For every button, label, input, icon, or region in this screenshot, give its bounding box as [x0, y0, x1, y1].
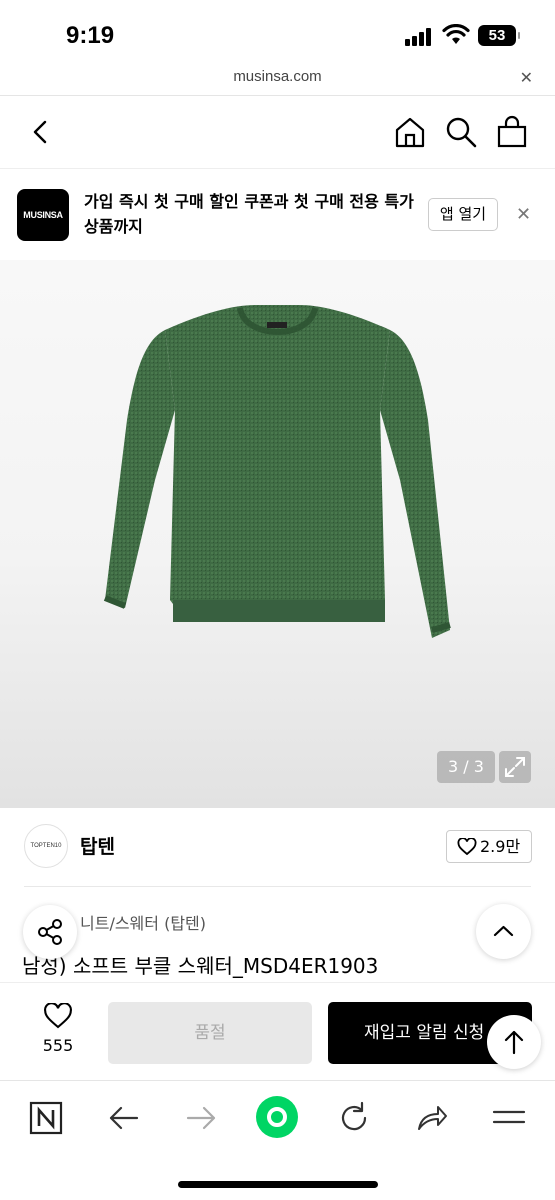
scroll-top-button[interactable] [487, 1015, 541, 1069]
like-count: 2.9만 [480, 837, 521, 856]
chevron-up-icon [493, 925, 514, 937]
heart-icon [44, 1002, 72, 1029]
home-icon[interactable] [393, 115, 427, 149]
wish-count: 555 [42, 1036, 74, 1055]
url-domain[interactable]: musinsa.com [0, 68, 555, 85]
brand-name[interactable]: 탑텐 [80, 832, 115, 859]
status-time: 9:19 [66, 22, 115, 49]
soldout-button: 품절 [108, 1002, 312, 1064]
home-indicator [178, 1181, 378, 1188]
banner-message: 가입 즉시 첫 구매 할인 쿠폰과 첫 구매 전용 특가 상품까지 [84, 192, 414, 236]
shopping-bag-icon[interactable] [495, 115, 529, 149]
brand-like-button[interactable]: 2.9만 [446, 830, 532, 863]
menu-icon[interactable] [489, 1098, 529, 1138]
product-category[interactable]: 니트/스웨터 (탑텐) [80, 910, 206, 934]
wifi-icon [442, 24, 470, 44]
heart-icon [457, 838, 477, 856]
collapse-button[interactable] [476, 904, 531, 959]
open-app-button[interactable]: 앱 열기 [428, 198, 498, 231]
url-bar[interactable]: musinsa.com ✕ [0, 66, 555, 96]
brand-logo[interactable]: TOPTEN10 [24, 824, 68, 868]
divider [24, 886, 531, 887]
close-icon[interactable]: ✕ [520, 68, 533, 87]
close-icon[interactable]: ✕ [516, 204, 531, 225]
sweater-image [103, 305, 451, 638]
green-dot-icon[interactable] [254, 1094, 300, 1140]
wish-button[interactable]: 555 [28, 1002, 88, 1055]
expand-icon[interactable] [499, 751, 531, 783]
n-tab-icon[interactable] [26, 1098, 66, 1138]
status-bar: 9:19 53 [0, 0, 555, 66]
reload-icon[interactable] [334, 1098, 374, 1138]
image-counter: 3 / 3 [437, 751, 495, 783]
app-banner: MUSINSA 가입 즉시 첫 구매 할인 쿠폰과 첫 구매 전용 특가 상품까… [0, 170, 555, 260]
battery-indicator: 53 [478, 25, 520, 46]
search-icon[interactable] [444, 115, 478, 149]
arrow-left-icon[interactable] [104, 1098, 144, 1138]
signal-icon [405, 28, 435, 46]
musinsa-logo: MUSINSA [17, 189, 69, 241]
purchase-bar: 555 품절 재입고 알림 신청 [0, 982, 555, 1080]
brand-row: TOPTEN10 탑텐 2.9만 [0, 808, 555, 886]
share-nodes-icon [38, 919, 62, 945]
share-button[interactable] [23, 905, 77, 959]
arrow-up-icon [504, 1030, 524, 1055]
product-image[interactable]: 3 / 3 [0, 260, 555, 808]
share-icon[interactable] [411, 1098, 451, 1138]
chevron-left-icon[interactable] [24, 115, 58, 149]
arrow-right-icon[interactable] [181, 1098, 221, 1138]
top-nav [0, 97, 555, 169]
